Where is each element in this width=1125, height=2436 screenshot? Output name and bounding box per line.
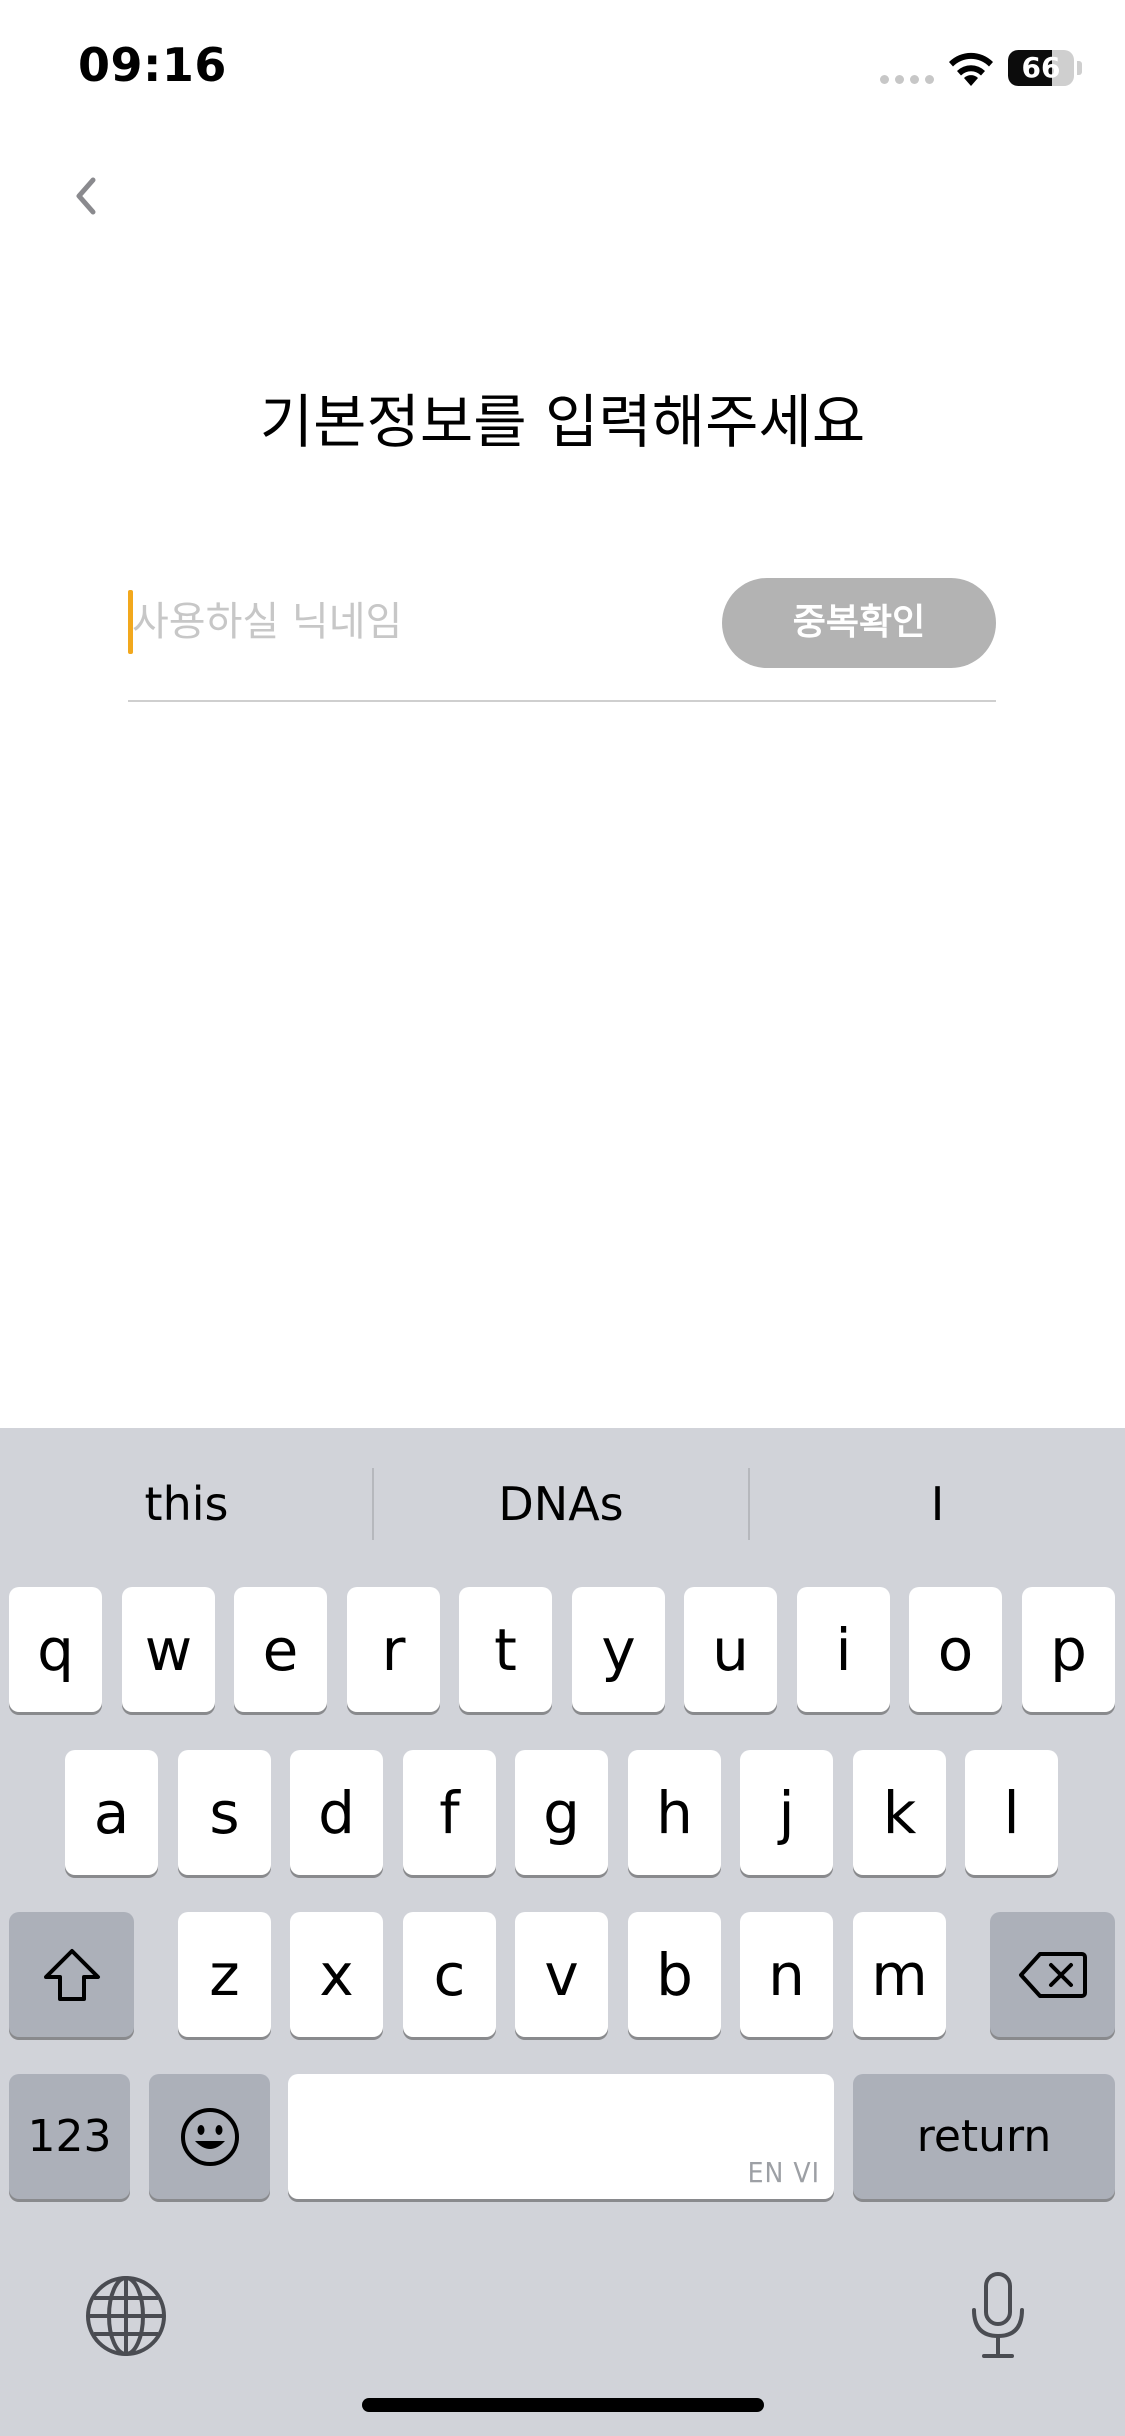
delete-icon <box>990 1912 1115 2037</box>
key-p[interactable]: p <box>1022 1587 1115 1712</box>
key-label: s <box>209 1778 240 1847</box>
key-label: a <box>93 1778 130 1847</box>
key-s[interactable]: s <box>178 1750 271 1875</box>
key-label: w <box>144 1615 193 1684</box>
key-label: h <box>656 1778 693 1847</box>
key-label: v <box>544 1940 579 2009</box>
back-button[interactable] <box>58 168 114 224</box>
key-h[interactable]: h <box>628 1750 721 1875</box>
suggestion-2[interactable]: DNAs <box>374 1428 748 1578</box>
key-label: o <box>937 1615 974 1684</box>
key-label: k <box>882 1778 917 1847</box>
key-k[interactable]: k <box>853 1750 946 1875</box>
key-n[interactable]: n <box>740 1912 833 2037</box>
key-label: e <box>262 1615 299 1684</box>
key-label: q <box>37 1615 74 1684</box>
microphone-icon <box>972 2272 1024 2358</box>
globe-button[interactable] <box>78 2268 174 2364</box>
key-label: l <box>1003 1778 1020 1847</box>
key-label: t <box>494 1615 517 1684</box>
emoji-icon <box>149 2074 270 2199</box>
key-f[interactable]: f <box>403 1750 496 1875</box>
key-g[interactable]: g <box>515 1750 608 1875</box>
key-label: m <box>871 1940 928 2009</box>
key-t[interactable]: t <box>459 1587 552 1712</box>
key-l[interactable]: l <box>965 1750 1058 1875</box>
duplicate-check-button[interactable]: 중복확인 <box>722 578 996 668</box>
space-key[interactable]: EN VI <box>288 2074 834 2199</box>
emoji-key[interactable] <box>149 2074 270 2199</box>
key-w[interactable]: w <box>122 1587 215 1712</box>
nickname-input[interactable] <box>132 582 692 662</box>
key-o[interactable]: o <box>909 1587 1002 1712</box>
key-label: x <box>319 1940 354 2009</box>
cellular-signal-icon <box>880 73 934 85</box>
return-key[interactable]: return <box>853 2074 1115 2199</box>
key-r[interactable]: r <box>347 1587 440 1712</box>
key-label: d <box>318 1778 355 1847</box>
microphone-button[interactable] <box>950 2266 1046 2366</box>
key-label: j <box>778 1778 795 1847</box>
key-m[interactable]: m <box>853 1912 946 2037</box>
key-label: u <box>712 1615 749 1684</box>
key-i[interactable]: i <box>797 1587 890 1712</box>
space-key-language: EN VI <box>747 2156 820 2189</box>
key-label: i <box>835 1615 852 1684</box>
key-label: g <box>543 1778 580 1847</box>
shift-key[interactable] <box>9 1912 134 2037</box>
numbers-key-label: 123 <box>27 2111 112 2162</box>
battery-icon: 66 <box>1008 50 1074 86</box>
keyboard: this DNAs I q w e r t y u i o p a s d f … <box>0 1428 1125 2436</box>
suggestion-1[interactable]: this <box>0 1428 373 1578</box>
home-indicator <box>362 2398 764 2412</box>
key-label: r <box>381 1615 406 1684</box>
delete-key[interactable] <box>990 1912 1115 2037</box>
key-y[interactable]: y <box>572 1587 665 1712</box>
globe-icon <box>86 2276 166 2356</box>
chevron-left-icon <box>76 177 96 215</box>
key-u[interactable]: u <box>684 1587 777 1712</box>
status-time: 09:16 <box>78 38 227 92</box>
nickname-field-row: 중복확인 <box>128 576 996 702</box>
key-z[interactable]: z <box>178 1912 271 2037</box>
suggestion-bar: this DNAs I <box>0 1428 1125 1578</box>
shift-icon <box>9 1912 134 2037</box>
key-label: y <box>601 1615 636 1684</box>
key-label: n <box>768 1940 805 2009</box>
key-label: c <box>433 1940 466 2009</box>
key-j[interactable]: j <box>740 1750 833 1875</box>
key-e[interactable]: e <box>234 1587 327 1712</box>
wifi-icon <box>949 52 993 86</box>
battery-level: 66 <box>1021 51 1061 84</box>
battery-nub <box>1077 61 1082 75</box>
key-x[interactable]: x <box>290 1912 383 2037</box>
key-label: z <box>209 1940 240 2009</box>
key-label: p <box>1050 1615 1087 1684</box>
key-a[interactable]: a <box>65 1750 158 1875</box>
key-b[interactable]: b <box>628 1912 721 2037</box>
text-cursor <box>128 590 133 654</box>
suggestion-3[interactable]: I <box>750 1428 1125 1578</box>
numbers-key[interactable]: 123 <box>9 2074 130 2199</box>
return-key-label: return <box>916 2111 1052 2162</box>
key-d[interactable]: d <box>290 1750 383 1875</box>
key-label: b <box>656 1940 693 2009</box>
key-q[interactable]: q <box>9 1587 102 1712</box>
key-c[interactable]: c <box>403 1912 496 2037</box>
page-title: 기본정보를 입력해주세요 <box>259 388 866 456</box>
key-label: f <box>439 1778 460 1847</box>
key-v[interactable]: v <box>515 1912 608 2037</box>
